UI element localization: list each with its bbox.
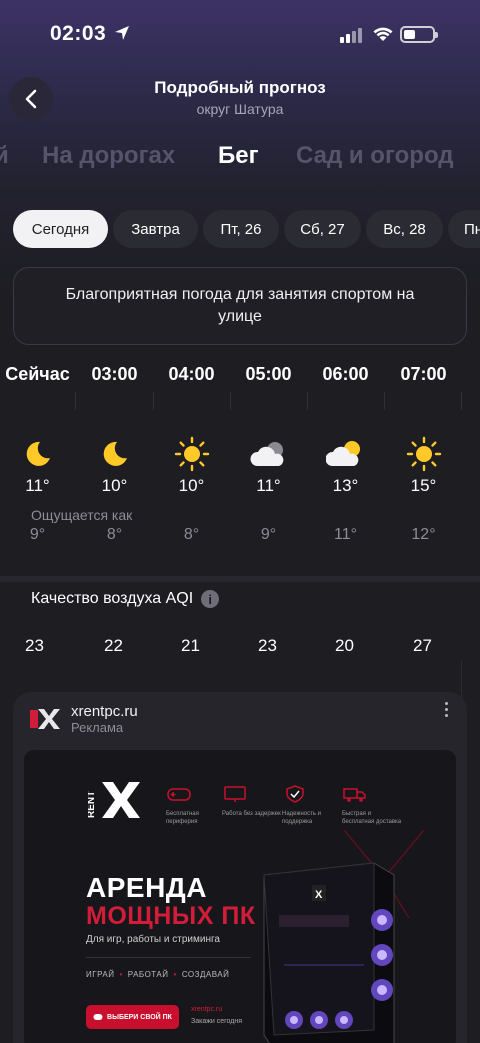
recommendation-banner: Благоприятная погода для занятия спортом… bbox=[13, 267, 467, 345]
ad-site-link[interactable]: xrentpc.ru bbox=[191, 1006, 222, 1013]
monitor-icon bbox=[224, 786, 246, 802]
section-divider bbox=[0, 576, 480, 582]
ad-card[interactable]: xrentpc.ru Реклама RENT Бесплатная периф… bbox=[13, 692, 467, 1043]
gamepad-icon bbox=[167, 788, 191, 801]
hour-label: 05:00 bbox=[245, 364, 292, 384]
aqi-section-title: Качество воздуха AQI i bbox=[31, 590, 220, 608]
sun-icon bbox=[406, 436, 441, 472]
truck-icon bbox=[343, 788, 366, 802]
status-bar: 02:03 bbox=[0, 0, 480, 70]
hour-feels: 8° bbox=[106, 526, 123, 543]
ad-headline-2: МОЩНЫХ ПК bbox=[86, 902, 256, 930]
tab-garden[interactable]: Сад и огород bbox=[296, 142, 454, 170]
choose-pc-button[interactable]: ВЫБЕРИ СВОЙ ПК bbox=[86, 1005, 179, 1029]
aqi-value: 21 bbox=[181, 636, 200, 655]
hour-column: 05:00 11° 9° bbox=[230, 360, 307, 544]
ad-subheadline: Для игр, работы и стриминга bbox=[86, 934, 220, 945]
advertiser-logo bbox=[30, 709, 60, 729]
column-divider bbox=[461, 660, 462, 700]
hour-feels: 12° bbox=[411, 526, 436, 543]
ad-domain[interactable]: xrentpc.ru bbox=[71, 703, 138, 720]
sun-icon bbox=[174, 436, 209, 472]
hour-feels: 11° bbox=[333, 526, 357, 543]
ad-tags: ИГРАЙ • РАБОТАЙ • СОЗДАВАЙ bbox=[86, 970, 230, 979]
day-chip-sun[interactable]: Вс, 28 bbox=[366, 210, 443, 248]
ad-feature: Быстрая и бесплатная доставка bbox=[342, 784, 402, 826]
aqi-value: 22 bbox=[104, 636, 123, 655]
info-icon[interactable]: i bbox=[201, 590, 220, 608]
tab-running[interactable]: Бег bbox=[218, 142, 259, 170]
category-tabs: й На дорогах Бег Сад и огород bbox=[0, 142, 480, 182]
aqi-value: 27 bbox=[413, 636, 432, 655]
rentx-logo: RENT bbox=[88, 782, 140, 818]
feels-like-label: Ощущается как bbox=[31, 507, 133, 523]
battery-icon bbox=[400, 26, 438, 43]
hour-temp: 11° bbox=[256, 476, 281, 495]
ad-creative[interactable]: RENT Бесплатная периферия Работа без зад… bbox=[24, 750, 456, 1043]
hour-column: 04:00 10° 8° bbox=[153, 360, 230, 544]
hour-temp: 11° bbox=[25, 476, 50, 495]
column-divider bbox=[384, 392, 385, 410]
column-divider bbox=[153, 392, 154, 410]
day-chip-mon[interactable]: Пн bbox=[448, 210, 480, 248]
tab-previous[interactable]: й bbox=[0, 142, 9, 170]
partly-cloudy-icon bbox=[325, 441, 360, 466]
status-time: 02:03 bbox=[50, 22, 107, 45]
page-title: Подробный прогноз bbox=[154, 78, 326, 97]
recommendation-text: Благоприятная погода для занятия спортом… bbox=[65, 286, 415, 325]
gamepad-icon bbox=[93, 1014, 103, 1020]
moon-icon bbox=[26, 441, 50, 466]
cellular-signal-icon bbox=[340, 28, 362, 43]
svg-text:X: X bbox=[315, 889, 323, 901]
column-divider bbox=[307, 392, 308, 410]
hour-temp: 13° bbox=[332, 476, 359, 495]
ad-headline-1: АРЕНДА bbox=[86, 872, 207, 903]
hour-label: Сейчас bbox=[5, 364, 70, 384]
ad-feature: Работа без задержек bbox=[222, 784, 282, 818]
ad-feature: Надежность и поддержка bbox=[282, 784, 342, 826]
aqi-value: 23 bbox=[258, 636, 277, 655]
hour-label: 04:00 bbox=[168, 364, 215, 384]
hour-feels: 9° bbox=[29, 526, 46, 543]
location-arrow-icon bbox=[115, 26, 129, 40]
ad-order-today: Закажи сегодня bbox=[191, 1018, 243, 1025]
day-selector: Сегодня Завтра Пт, 26 Сб, 27 Вс, 28 Пн bbox=[0, 210, 480, 250]
day-chip-today[interactable]: Сегодня bbox=[13, 210, 108, 248]
aqi-value: 20 bbox=[335, 636, 354, 655]
hour-column: 07:00 15° 12° bbox=[385, 360, 462, 544]
hourly-forecast: Сейчас 11° 9° 03:00 10° 8° 04:00 10° 8° … bbox=[0, 360, 480, 560]
wifi-icon bbox=[373, 27, 393, 41]
moon-icon bbox=[103, 441, 127, 466]
hour-feels: 9° bbox=[260, 526, 277, 543]
aqi-title-text: Качество воздуха AQI bbox=[31, 590, 194, 607]
ad-divider bbox=[86, 957, 251, 958]
hour-temp: 10° bbox=[101, 476, 128, 495]
day-chip-tomorrow[interactable]: Завтра bbox=[113, 210, 198, 248]
column-divider bbox=[461, 392, 462, 410]
ad-feature: Бесплатная периферия bbox=[166, 784, 226, 826]
day-chip-fri[interactable]: Пт, 26 bbox=[203, 210, 279, 248]
shield-check-icon bbox=[286, 785, 304, 803]
hour-column: 06:00 13° 11° bbox=[307, 360, 384, 544]
column-divider bbox=[230, 392, 231, 410]
hour-label: 03:00 bbox=[91, 364, 138, 384]
page-subtitle: округ Шатура bbox=[196, 101, 284, 117]
hour-feels: 8° bbox=[183, 526, 200, 543]
ad-label: Реклама bbox=[71, 720, 124, 735]
column-divider bbox=[75, 392, 76, 410]
cloudy-icon bbox=[249, 442, 283, 466]
day-chip-sat[interactable]: Сб, 27 bbox=[284, 210, 361, 248]
more-options-icon[interactable] bbox=[445, 702, 449, 717]
hour-temp: 10° bbox=[178, 476, 205, 495]
aqi-value: 23 bbox=[25, 636, 44, 655]
hour-label: 07:00 bbox=[400, 364, 447, 384]
hour-temp: 15° bbox=[410, 476, 437, 495]
svg-text:RENT: RENT bbox=[88, 791, 97, 818]
gaming-pc-image: X bbox=[263, 862, 395, 1043]
tab-roads[interactable]: На дорогах bbox=[42, 142, 175, 170]
hour-label: 06:00 bbox=[322, 364, 369, 384]
